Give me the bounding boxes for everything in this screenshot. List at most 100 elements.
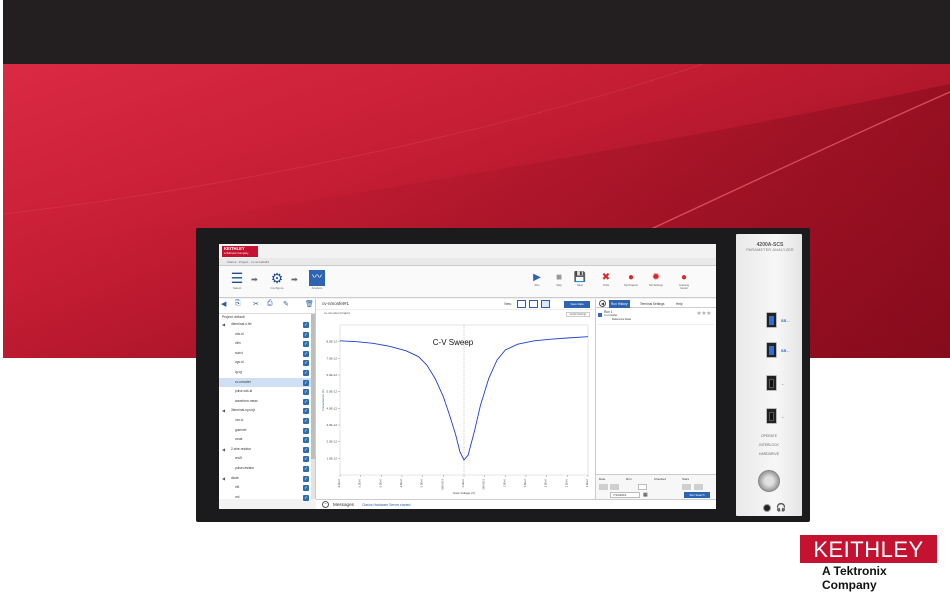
run-search-button[interactable]: Run Search <box>684 492 710 498</box>
tree-leaf-item[interactable]: cv-nmosfet ✓ <box>219 377 315 388</box>
collapse-triangle-icon[interactable]: ◀ <box>222 445 225 455</box>
tree-leaf-item[interactable]: vce-ic ✓ <box>219 416 315 426</box>
date-next-button[interactable] <box>610 484 619 490</box>
tree-item-label: 3terminal-npn-bjt <box>231 408 255 413</box>
tree-item-checkbox[interactable]: ✓ <box>303 494 309 501</box>
usb2-port-1[interactable] <box>766 375 777 391</box>
tree-item-checkbox[interactable]: ✓ <box>303 417 309 424</box>
save-button[interactable]: 💾 Save <box>571 272 589 287</box>
graph-view-icon[interactable] <box>541 300 550 308</box>
usb3-port-2[interactable] <box>766 342 777 358</box>
tree-leaf-item[interactable]: vcsat ✓ <box>219 435 315 445</box>
project-tree-pane: ◀ ⎘ ✂ ⎙ ✎ 🗑 Project: default ◀ 4terminal-… <box>219 299 316 501</box>
tree-item-checkbox[interactable]: ✓ <box>303 465 309 472</box>
tree-item-checkbox[interactable]: ✓ <box>303 369 309 376</box>
x-tick-label: 3.0E+0 <box>585 478 589 487</box>
usb2-port-2[interactable] <box>766 408 777 424</box>
tree-item-checkbox[interactable]: ✓ <box>303 341 309 348</box>
tree-item-label: vcsat <box>235 437 243 442</box>
tree-scrollbar[interactable] <box>311 314 315 499</box>
y-axis-label: Capacitance (F) <box>321 389 325 410</box>
tree-group-item[interactable]: ◀ 3terminal-npn-bjt ✓ <box>219 406 315 416</box>
tools-button[interactable]: ✖ Tools <box>597 272 615 287</box>
tree-item-checkbox[interactable]: ✓ <box>303 379 309 386</box>
tree-leaf-item[interactable]: vtlin ✓ <box>219 339 315 349</box>
tree-item-checkbox[interactable]: ✓ <box>303 475 309 482</box>
tree-item-checkbox[interactable]: ✓ <box>303 350 309 357</box>
delete-icon[interactable]: 🗑 <box>305 300 314 308</box>
tree-leaf-item[interactable]: vrd ✓ <box>219 493 315 503</box>
tree-item-checkbox[interactable]: ✓ <box>303 331 309 338</box>
tab-help[interactable]: Help <box>674 300 685 308</box>
tree-scroll-thumb[interactable] <box>311 314 315 459</box>
tree-item-label: vgs-id <box>235 360 244 365</box>
tree-leaf-item[interactable]: waveform-meas ✓ <box>219 397 315 407</box>
star-rating-icon[interactable]: ★★★ <box>696 310 711 317</box>
x-tick-label: -2.0E+0 <box>378 478 382 488</box>
settings-icon: ✹ <box>651 272 661 283</box>
tree-leaf-item[interactable]: vfd ✓ <box>219 483 315 493</box>
tree-leaf-item[interactable]: res2t ✓ <box>219 454 315 464</box>
tab-run-history[interactable]: Run History <box>609 300 630 308</box>
tree-item-checkbox[interactable]: ✓ <box>303 398 309 405</box>
tree-leaf-item[interactable]: ig-vg ✓ <box>219 368 315 378</box>
tree-leaf-item[interactable]: pulse-vds-id ✓ <box>219 387 315 397</box>
copy-icon[interactable]: ⎘ <box>235 300 241 308</box>
paste-icon[interactable]: ⎙ <box>267 300 273 308</box>
tree-item-label: ig-vg <box>235 369 242 374</box>
tree-leaf-item[interactable]: gummel ✓ <box>219 426 315 436</box>
tree-item-checkbox[interactable]: ✓ <box>303 389 309 396</box>
calendar-icon[interactable]: ▦ <box>643 492 648 498</box>
tree-group-item[interactable]: ◀ 2-wire-resistor ✓ <box>219 445 315 455</box>
tree-leaf-item[interactable]: vgs-id ✓ <box>219 358 315 368</box>
learning-center-button[interactable]: ● Learning Center <box>675 272 693 290</box>
x-axis-label: Gate Voltage (V) <box>453 491 475 495</box>
analyze-step-button[interactable]: 〰 Analyze <box>307 270 327 290</box>
select-step-button[interactable]: ☰ Select <box>227 270 247 290</box>
tree-item-checkbox[interactable]: ✓ <box>303 446 309 453</box>
tree-item-checkbox[interactable]: ✓ <box>303 360 309 367</box>
audio-jack[interactable] <box>763 504 771 512</box>
tree-item-checkbox[interactable]: ✓ <box>303 322 309 328</box>
usb3-port-1[interactable] <box>766 312 777 328</box>
date-prev-button[interactable] <box>599 484 608 490</box>
tree-leaf-item[interactable]: pulse-resistor ✓ <box>219 464 315 474</box>
tree-item-checkbox[interactable]: ✓ <box>303 427 309 434</box>
cut-icon[interactable]: ✂ <box>253 300 259 308</box>
run-history-row[interactable]: Run 1 cv-nmosfet Reference Data ★★★ <box>598 310 714 325</box>
my-projects-button[interactable]: ● My Projects <box>622 272 640 287</box>
back-circle-icon[interactable]: ◀ <box>599 300 606 307</box>
tree-group-item[interactable]: ◀ 4terminal-n-fet ✓ <box>219 320 315 330</box>
run-button[interactable]: ▶ Run <box>528 272 546 287</box>
tree-leaf-item[interactable]: subvt ✓ <box>219 349 315 359</box>
run-number-field[interactable] <box>638 484 647 490</box>
my-projects-label: My Projects <box>624 284 638 287</box>
list-add-icon: ☰ <box>230 270 244 286</box>
save-data-button[interactable]: Save Data <box>564 301 590 308</box>
y-tick-label: 1.0E-12 <box>326 456 337 460</box>
stars-prev-button[interactable] <box>682 484 691 490</box>
tree-leaf-item[interactable]: vds-id ✓ <box>219 330 315 340</box>
tree-item-checkbox[interactable]: ✓ <box>303 437 309 444</box>
back-icon[interactable]: ◀ <box>221 300 226 308</box>
collapse-triangle-icon[interactable]: ◀ <box>222 406 225 416</box>
sheet-view-icon[interactable] <box>517 300 526 308</box>
tree-item-checkbox[interactable]: ✓ <box>303 456 309 463</box>
rename-icon[interactable]: ✎ <box>283 300 289 308</box>
tree-item-checkbox[interactable]: ✓ <box>303 408 309 415</box>
tab-terminal-settings[interactable]: Terminal Settings <box>638 300 666 308</box>
date-input[interactable]: 7/13/2016 <box>610 492 640 498</box>
run-checkbox[interactable] <box>598 313 602 317</box>
tree-item-checkbox[interactable]: ✓ <box>303 485 309 492</box>
collapse-triangle-icon[interactable]: ◀ <box>222 474 225 484</box>
stop-button[interactable]: ■ Stop <box>550 272 568 287</box>
grid-view-icon[interactable] <box>529 300 538 308</box>
power-button[interactable] <box>758 470 780 492</box>
configure-step-button[interactable]: ⚙ Configure <box>267 270 287 290</box>
tree-item-label: waveform-meas <box>235 398 258 403</box>
collapse-triangle-icon[interactable]: ◀ <box>222 320 225 330</box>
stars-next-button[interactable] <box>694 484 703 490</box>
expand-icon[interactable]: ⌃ <box>322 501 329 508</box>
my-settings-button[interactable]: ✹ My Settings <box>647 272 665 287</box>
tree-group-item[interactable]: ◀ diode ✓ <box>219 474 315 484</box>
